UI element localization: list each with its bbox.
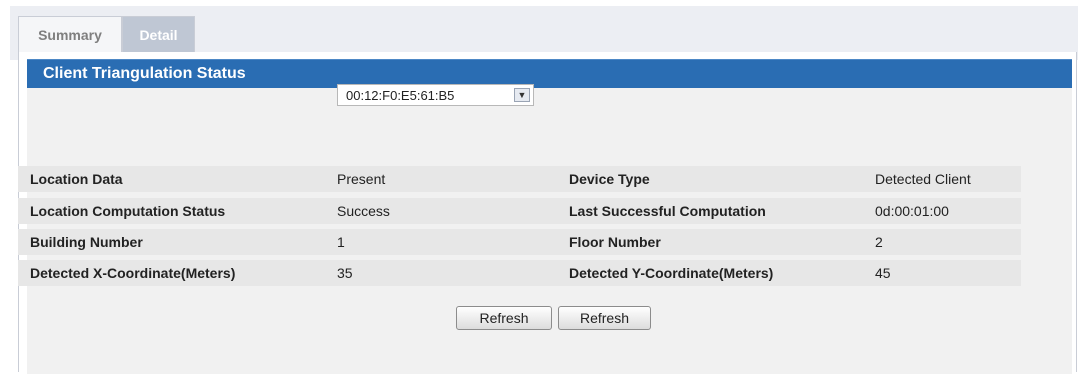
computation-status-label: Location Computation Status xyxy=(30,203,226,219)
floor-number-value: 2 xyxy=(875,234,883,250)
last-computation-label: Last Successful Computation xyxy=(569,203,766,219)
tab-summary[interactable]: Summary xyxy=(18,16,122,52)
location-data-value: Present xyxy=(337,171,386,187)
last-computation-value: 0d:00:01:00 xyxy=(875,203,949,219)
chevron-down-icon[interactable]: ▼ xyxy=(514,88,530,102)
y-coordinate-label: Detected Y-Coordinate(Meters) xyxy=(569,265,774,281)
device-type-label: Device Type xyxy=(569,171,650,187)
x-coordinate-label: Detected X-Coordinate(Meters) xyxy=(30,265,236,281)
table-row: Building Number 1 Floor Number 2 xyxy=(18,229,1021,255)
client-mac-select[interactable]: 00:12:F0:E5:61:B5 ▼ xyxy=(337,84,534,106)
tab-detail[interactable]: Detail xyxy=(122,16,195,52)
device-type-value: Detected Client xyxy=(875,171,971,187)
building-number-label: Building Number xyxy=(30,234,143,250)
table-row: Location Computation Status Success Last… xyxy=(18,198,1021,224)
refresh-button-secondary[interactable]: Refresh xyxy=(558,306,651,330)
client-mac-value: 00:12:F0:E5:61:B5 xyxy=(346,88,455,103)
table-row: Detected X-Coordinate(Meters) 35 Detecte… xyxy=(18,260,1021,286)
location-data-label: Location Data xyxy=(30,171,123,187)
section-title: Client Triangulation Status xyxy=(43,65,246,82)
y-coordinate-value: 45 xyxy=(875,265,891,281)
computation-status-value: Success xyxy=(337,203,390,219)
building-number-value: 1 xyxy=(337,234,345,250)
x-coordinate-value: 35 xyxy=(337,265,353,281)
table-row: Location Data Present Device Type Detect… xyxy=(18,166,1021,192)
floor-number-label: Floor Number xyxy=(569,234,661,250)
refresh-button[interactable]: Refresh xyxy=(456,306,552,330)
section-header: Client Triangulation Status xyxy=(27,59,1072,88)
